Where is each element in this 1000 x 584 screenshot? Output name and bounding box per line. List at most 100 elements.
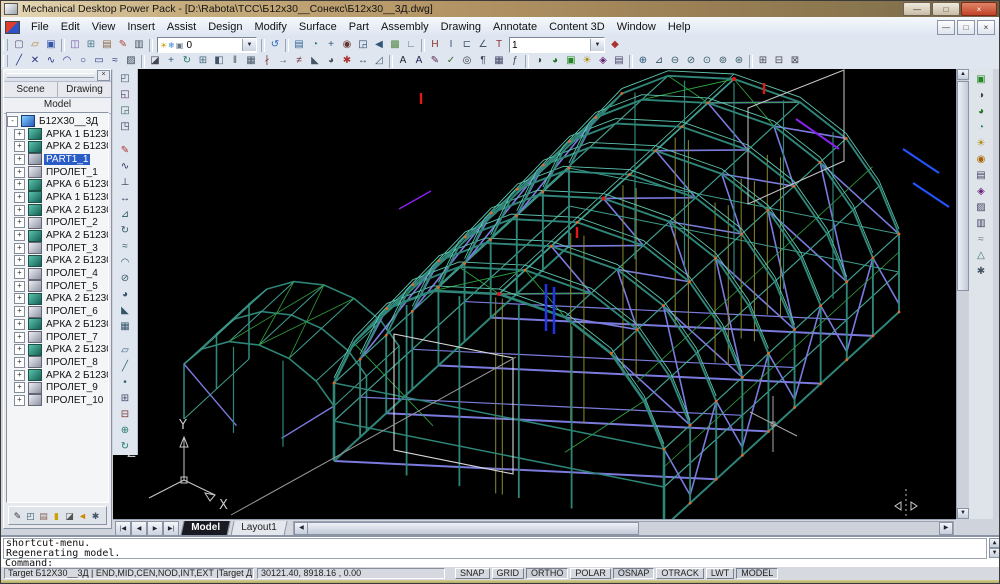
tree-item[interactable]: +PART1_1 — [7, 153, 108, 166]
menu-item[interactable]: Assist — [161, 19, 202, 35]
extend-icon[interactable]: → — [275, 54, 291, 68]
undo-icon[interactable]: ↺ — [267, 38, 283, 52]
mirror-icon[interactable]: ◧ — [211, 54, 227, 68]
tree-root-row[interactable]: - Б12X30__3Д — [7, 115, 108, 128]
tree-expander[interactable]: + — [14, 332, 25, 343]
tree-expander[interactable]: + — [14, 395, 25, 406]
update-part-icon[interactable]: ↻ — [117, 439, 133, 455]
mapping-icon[interactable]: ▨ — [973, 200, 989, 216]
hole-icon[interactable]: ⊘ — [683, 54, 699, 68]
sheet-views-icon[interactable]: ▩ — [387, 38, 403, 52]
named-views-icon[interactable]: ▤ — [291, 38, 307, 52]
beam-icon[interactable]: H — [427, 38, 443, 52]
ortho-toggle[interactable]: ORTHO — [526, 568, 568, 579]
column-icon[interactable]: I — [443, 38, 459, 52]
tree-expander[interactable]: + — [14, 141, 25, 152]
tree-expander[interactable]: + — [14, 268, 25, 279]
polar-toggle[interactable]: POLAR — [570, 568, 611, 579]
sweep-feature-icon[interactable]: ≈ — [117, 239, 133, 255]
menu-item[interactable]: Design — [202, 19, 248, 35]
mtext-icon[interactable]: A — [411, 54, 427, 68]
menu-item[interactable]: Annotate — [487, 19, 543, 35]
tree-expander[interactable]: + — [14, 293, 25, 304]
move-icon[interactable]: + — [163, 54, 179, 68]
menu-item[interactable]: Insert — [121, 19, 161, 35]
menu-item[interactable]: Drawing — [435, 19, 487, 35]
last-tab-button[interactable]: ▶| — [163, 521, 179, 536]
render-icon[interactable]: ▣ — [563, 54, 579, 68]
shade-model-icon[interactable]: ◕ — [973, 104, 989, 120]
offset-icon[interactable]: ‖ — [227, 54, 243, 68]
zoom-window-icon[interactable]: ◲ — [355, 38, 371, 52]
new-sketch-icon[interactable]: ✎ — [117, 143, 133, 159]
drawing-viewport[interactable]: YXZ — [113, 69, 956, 519]
profile-icon[interactable]: ∿ — [117, 159, 133, 175]
cut-parts-icon[interactable]: ⊟ — [117, 407, 133, 423]
tree-item[interactable]: +АРКА 2 Б1230_8 — [7, 343, 108, 356]
rectangle-icon[interactable]: ▭ — [91, 54, 107, 68]
constraint-icon[interactable]: ⊥ — [117, 175, 133, 191]
dimension-icon[interactable]: ↔ — [117, 191, 133, 207]
osnap-toggle[interactable]: OSNAP — [613, 568, 655, 579]
find-icon[interactable]: ◎ — [459, 54, 475, 68]
rotate-icon[interactable]: ↻ — [179, 54, 195, 68]
chevron-down-icon[interactable]: ▼ — [590, 39, 604, 51]
copy-object-icon[interactable]: ⊞ — [195, 54, 211, 68]
scenes-icon[interactable]: ▤ — [611, 54, 627, 68]
fillet-feature2-icon[interactable]: ◕ — [117, 287, 133, 303]
trim-icon[interactable]: ∤ — [259, 54, 275, 68]
tree-item[interactable]: +АРКА 2 Б1230_1 — [7, 140, 108, 153]
tree-item[interactable]: +ПРОЛЕТ_3 — [7, 242, 108, 255]
spot-light-icon[interactable]: ◉ — [973, 152, 989, 168]
close-button[interactable]: × — [961, 2, 997, 16]
drawing-layout-icon[interactable]: ◳ — [117, 119, 133, 135]
tree-item[interactable]: +ПРОЛЕТ_9 — [7, 381, 108, 394]
fog-icon[interactable]: ≈ — [973, 232, 989, 248]
clipboard-icon[interactable]: ▤ — [37, 509, 50, 522]
lights-icon[interactable]: ☀ — [579, 54, 595, 68]
scroll-down-icon[interactable]: ▼ — [957, 508, 969, 519]
command-scrollbar[interactable]: ▲ ▼ — [989, 538, 1000, 558]
menu-item[interactable]: Modify — [248, 19, 292, 35]
scene-mode-icon[interactable]: ◲ — [117, 103, 133, 119]
materials-icon[interactable]: ◈ — [595, 54, 611, 68]
combine-parts-icon[interactable]: ⊞ — [117, 391, 133, 407]
break-icon[interactable]: ≠ — [291, 54, 307, 68]
tree-expander[interactable]: + — [14, 154, 25, 165]
save-icon[interactable]: ▣ — [43, 38, 59, 52]
new-file-icon[interactable]: ▢ — [11, 38, 27, 52]
scroll-down-icon[interactable]: ▼ — [989, 548, 1000, 558]
scroll-right-icon[interactable]: ▶ — [939, 522, 953, 535]
toolbar-grip[interactable] — [3, 55, 8, 67]
chevron-down-icon[interactable]: ▼ — [242, 39, 256, 51]
tree-item[interactable]: +АРКА 2 Б1230_7 — [7, 318, 108, 331]
materials2-icon[interactable]: ◈ — [973, 184, 989, 200]
extrude-feature-icon[interactable]: ⊿ — [117, 207, 133, 223]
assembly-modeling-icon[interactable]: ◱ — [117, 87, 133, 103]
power-pack-icon[interactable]: ◆ — [607, 38, 623, 52]
menu-item[interactable]: Assembly — [375, 19, 435, 35]
ucs-icon[interactable]: ∟ — [403, 38, 419, 52]
close-icon[interactable]: × — [97, 70, 110, 81]
revolve-feature-icon[interactable]: ↻ — [117, 223, 133, 239]
first-tab-button[interactable]: |◀ — [115, 521, 131, 536]
layer-combo[interactable]: ☀❄▣ 0 ▼ — [157, 37, 257, 53]
line-icon[interactable]: ╱ — [11, 54, 27, 68]
work-plane-icon[interactable]: ▱ — [117, 343, 133, 359]
scale-icon[interactable]: ◿ — [371, 54, 387, 68]
plot-icon[interactable]: ▥ — [131, 38, 147, 52]
tree-expander[interactable]: + — [14, 217, 25, 228]
part-icon[interactable]: ◰ — [24, 509, 37, 522]
tree-item[interactable]: +ПРОЛЕТ_2 — [7, 217, 108, 230]
array-icon[interactable]: ▦ — [243, 54, 259, 68]
edit-icon[interactable]: ✎ — [11, 509, 24, 522]
hatch-icon[interactable]: ▨ — [123, 54, 139, 68]
pan-realtime-icon[interactable]: + — [323, 38, 339, 52]
tree-item[interactable]: +АРКА 2 Б1230_2 — [7, 204, 108, 217]
tree-expander[interactable]: + — [14, 167, 25, 178]
3d-orbit-icon[interactable]: ◔ — [307, 38, 323, 52]
tree-item[interactable]: +ПРОЛЕТ_7 — [7, 331, 108, 344]
edit-text-icon[interactable]: ✎ — [427, 54, 443, 68]
format-painter-icon[interactable]: ✎ — [115, 38, 131, 52]
tree-expander[interactable]: + — [14, 281, 25, 292]
